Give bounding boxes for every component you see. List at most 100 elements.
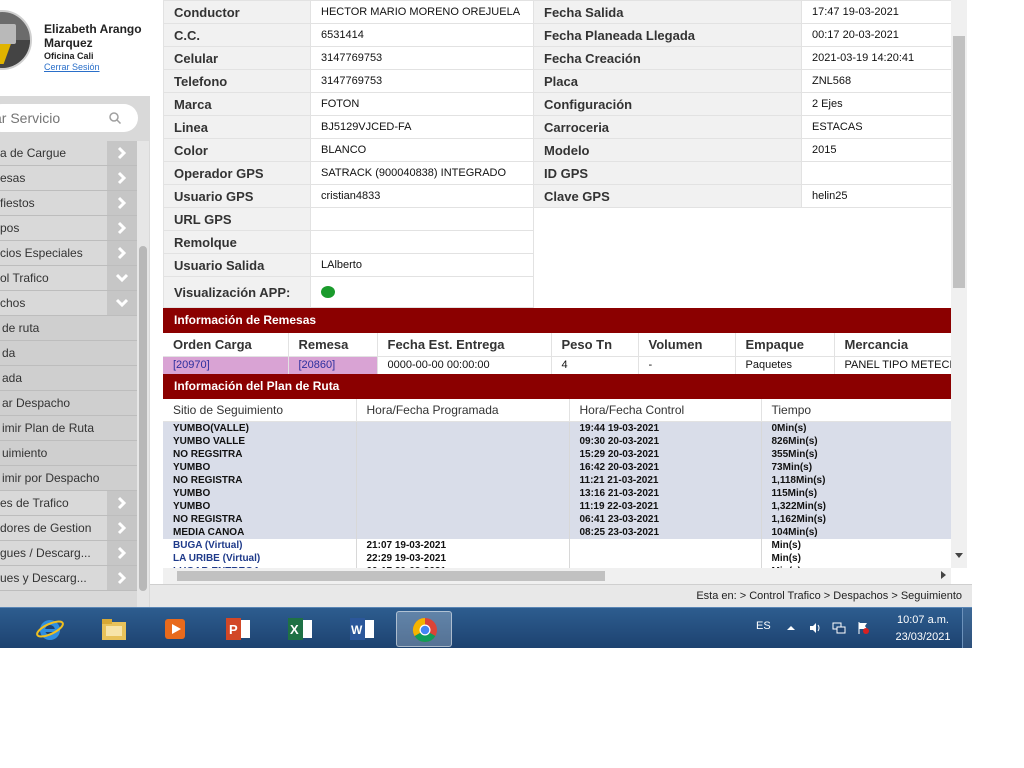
ruta-cell-site: MEDIA CANOA [163, 525, 357, 539]
menu-item-label: imir por Despacho [2, 471, 100, 485]
main-vertical-scrollbar[interactable] [951, 0, 967, 568]
chevron-right-icon [117, 221, 127, 235]
language-indicator[interactable]: ES [756, 620, 771, 632]
menu-expand-toggle[interactable] [107, 141, 137, 165]
info-row: Operador GPS SATRACK (900040838) INTEGRAD… [163, 161, 951, 185]
taskbar-internet-explorer[interactable] [22, 611, 78, 647]
ruta-row: MEDIA CANOA 08:25 23-03-2021 104Min(s) [163, 525, 951, 539]
plan-de-ruta-table: Sitio de Seguimiento Hora/Fecha Programad… [163, 399, 951, 568]
taskbar-word[interactable]: W [334, 611, 390, 647]
menu-expand-toggle[interactable] [107, 166, 137, 190]
taskbar-chrome[interactable] [396, 611, 452, 647]
sidebar-menu-item[interactable]: dores de Gestion [0, 516, 137, 541]
sidebar-menu-item[interactable]: gues / Descarg... [0, 541, 137, 566]
info-label: Telefono [163, 69, 311, 93]
sidebar-menu-item[interactable]: da [0, 341, 137, 366]
user-name: Elizabeth Arango Marquez [44, 22, 142, 50]
sidebar-menu-item[interactable]: uimiento [0, 441, 137, 466]
search-icon[interactable] [108, 111, 122, 125]
sidebar-scrollbar[interactable] [137, 141, 149, 607]
info-value: 00:17 20-03-2021 [801, 23, 951, 47]
menu-item-label: ada [2, 371, 23, 385]
info-label: C.C. [163, 23, 311, 47]
info-value: cristian4833 [310, 184, 534, 208]
menu-expand-toggle[interactable] [107, 291, 137, 315]
info-value: 2021-03-19 14:20:41 [801, 46, 951, 70]
menu-item-label: ol Trafico [0, 271, 49, 285]
taskbar-file-explorer[interactable] [86, 611, 142, 647]
sidebar-menu-item[interactable]: cios Especiales [0, 241, 137, 266]
menu-expand-toggle[interactable] [107, 541, 137, 565]
info-value [801, 161, 951, 185]
action-center-flag-icon[interactable] [856, 621, 870, 635]
scroll-right-arrow-icon[interactable] [941, 570, 947, 580]
ruta-cell-prog [356, 434, 570, 448]
menu-item-label: de ruta [2, 321, 40, 335]
info-value: SATRACK (900040838) INTEGRADO [310, 161, 534, 185]
ruta-column-header: Tiempo [761, 399, 951, 422]
file-explorer-icon [102, 619, 126, 640]
orden-carga-link[interactable]: [20970] [163, 356, 289, 374]
menu-expand-toggle[interactable] [107, 241, 137, 265]
logout-link[interactable]: Cerrar Sesión [44, 62, 100, 72]
menu-item-label: esas [0, 171, 26, 185]
ruta-cell-time: 1,118Min(s) [761, 473, 951, 487]
taskbar-media-player[interactable] [148, 611, 204, 647]
remesa-link[interactable]: [20860] [288, 356, 378, 374]
sidebar-menu-item[interactable]: imir por Despacho [0, 466, 137, 491]
taskbar-excel[interactable]: X [272, 611, 328, 647]
show-hidden-icons-icon[interactable] [784, 621, 798, 635]
main-content: Conductor HECTOR MARIO MORENO OREJUELA Fec… [163, 0, 951, 568]
scroll-down-arrow-icon[interactable] [955, 553, 963, 559]
clock-time[interactable]: 10:07 a.m. [888, 614, 958, 626]
ruta-cell-control: 16:42 20-03-2021 [569, 460, 762, 474]
ruta-cell-prog [356, 525, 570, 539]
ruta-column-header: Hora/Fecha Programada [356, 399, 570, 422]
info-label: Fecha Salida [533, 0, 802, 24]
sidebar-menu-item[interactable]: ar Despacho [0, 391, 137, 416]
menu-expand-toggle[interactable] [107, 491, 137, 515]
menu-expand-toggle[interactable] [107, 216, 137, 240]
sidebar-menu-item[interactable]: de ruta [0, 316, 137, 341]
menu-expand-toggle[interactable] [107, 266, 137, 290]
search-input[interactable] [0, 104, 108, 132]
sidebar-menu-item[interactable]: imir Plan de Ruta [0, 416, 137, 441]
clock-date[interactable]: 23/03/2021 [888, 631, 958, 643]
remesas-cell: 0000-00-00 00:00:00 [377, 356, 552, 374]
info-label: Carroceria [533, 115, 802, 139]
user-profile: Elizabeth Arango Marquez Oficina Cali Ce… [0, 0, 150, 96]
info-value: FOTON [310, 92, 534, 116]
windows-taskbar: P X W ES 10:07 a.m. 23/03/2021 [0, 607, 972, 648]
sidebar-menu-item[interactable]: ol Trafico [0, 266, 137, 291]
ruta-cell-control: 19:44 19-03-2021 [569, 421, 762, 435]
sidebar-menu-item[interactable]: ues y Descarg... [0, 566, 137, 591]
show-desktop-button[interactable] [962, 608, 972, 648]
ruta-cell-site: NO REGISTRA [163, 473, 357, 487]
ruta-cell-prog [356, 447, 570, 461]
app-status-indicator [321, 286, 335, 299]
sidebar-menu-item[interactable]: a de Cargue [0, 141, 137, 166]
ruta-cell-prog [356, 499, 570, 513]
sidebar-menu-item[interactable]: fiestos [0, 191, 137, 216]
volume-icon[interactable] [808, 621, 822, 635]
system-tray: ES 10:07 a.m. 23/03/2021 [752, 608, 972, 648]
remesas-column-header: Remesa [288, 333, 378, 357]
ruta-cell-prog [356, 421, 570, 435]
sidebar-menu-item[interactable]: chos [0, 291, 137, 316]
sidebar-menu-item[interactable]: pos [0, 216, 137, 241]
main-horizontal-scrollbar[interactable] [163, 568, 951, 584]
network-icon[interactable] [832, 621, 846, 635]
remesas-section-title: Información de Remesas [163, 308, 951, 333]
ruta-cell-time: 355Min(s) [761, 447, 951, 461]
sidebar-menu-item[interactable]: es de Trafico [0, 491, 137, 516]
sidebar-menu-item[interactable]: ada [0, 366, 137, 391]
menu-item-label: a de Cargue [0, 146, 67, 160]
menu-expand-toggle[interactable] [107, 566, 137, 590]
ruta-cell-control [569, 551, 762, 565]
sidebar-menu-item[interactable]: esas [0, 166, 137, 191]
menu-expand-toggle[interactable] [107, 191, 137, 215]
menu-expand-toggle[interactable] [107, 516, 137, 540]
menu-item-label: ues y Descarg... [0, 571, 87, 585]
info-label: Configuración [533, 92, 802, 116]
taskbar-powerpoint[interactable]: P [210, 611, 266, 647]
